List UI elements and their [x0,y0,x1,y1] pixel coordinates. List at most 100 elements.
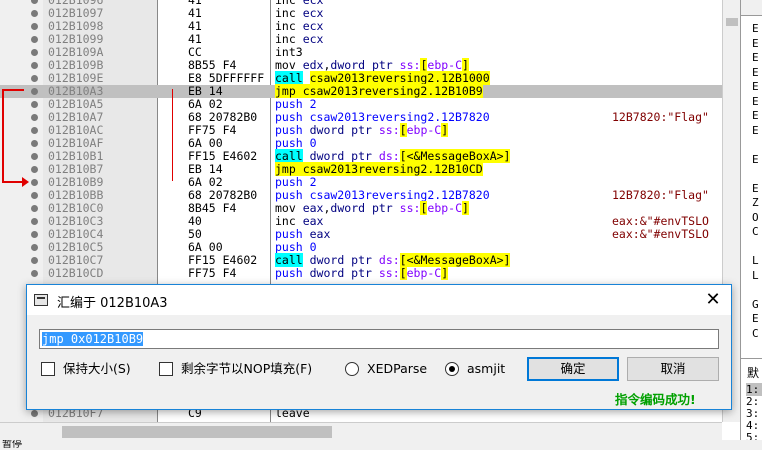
instruction-token: push 2 [275,97,317,111]
register-label: C [752,326,759,340]
register-label: L [752,268,759,282]
instruction-token: int3 [275,45,303,59]
breakpoint-dot-icon[interactable] [31,244,38,251]
instruction-token: ebp-C [427,58,463,72]
disasm-row[interactable]: 012B1098 41 inc ecx [0,20,722,33]
breakpoint-dot-icon[interactable] [31,205,38,212]
breakpoint-dot-icon[interactable] [31,270,38,277]
register-label: Z [752,196,759,209]
horizontal-scrollbar[interactable] [0,422,722,440]
instruction-token: [ [399,266,407,280]
asmjit-label: asmjit [467,361,506,376]
register-label: E [752,312,759,325]
input-text: jmp 0x012B10B9 [42,332,144,346]
instruction: push dword ptr ss:[ebp-C] [275,266,449,280]
register-label: G [752,297,759,311]
instruction-token [303,149,310,163]
breakpoint-dot-icon[interactable] [31,75,38,82]
checkbox-box[interactable] [41,362,55,376]
close-icon[interactable]: ✕ [695,285,731,315]
breakpoint-dot-icon[interactable] [31,101,38,108]
checkbox-box[interactable] [159,362,173,376]
breakpoint-dot-icon[interactable] [31,23,38,30]
instruction-token: ecx [302,6,324,20]
instruction-token: ebp-C [406,123,442,137]
breakpoint-dot-icon[interactable] [31,192,38,199]
breakpoint-dot-icon[interactable] [31,49,38,56]
registers-panel: EEEEEEEEEEZOCLLGEC [740,0,762,358]
assembly-input[interactable]: jmp 0x012B10B9 [39,329,719,349]
breakpoint-dot-icon[interactable] [31,140,38,147]
instruction-token: dword ptr [309,123,379,137]
breakpoint-dot-icon[interactable] [31,257,38,264]
jump-arrow [2,181,24,183]
breakpoint-dot-icon[interactable] [31,166,38,173]
instruction-token: ] [462,201,469,215]
instruction-token: [ [399,123,407,137]
disasm-row[interactable]: 012B10B7 EB 14 jmp csaw2013reversing2.12B1… [0,162,722,176]
breakpoint-dot-icon[interactable] [31,179,38,186]
instruction-token: edx [302,58,324,72]
instruction-token: push [275,266,310,280]
jump-line [172,89,173,181]
disasm-row[interactable]: 012B1099 41 inc ecx [0,33,722,46]
scroll-thumb[interactable] [726,18,738,26]
instruction-token: ] [503,253,511,267]
radio-button-selected[interactable] [445,362,459,376]
instruction-token: jmp csaw2013reversing2.12B10B9 [275,84,483,98]
register-label: E [752,80,759,93]
instruction-token: push 0 [275,240,317,254]
breakpoint-dot-icon[interactable] [31,127,38,134]
disasm-row[interactable]: 012B10AC FF75 F4 push dword ptr ss:[ebp-C] [0,123,722,137]
breakpoint-dot-icon[interactable] [31,10,38,17]
instruction-token: <&MessageBoxA> [406,253,504,267]
instruction-token: ss: [399,201,421,215]
register-label: E [752,152,759,166]
instruction-token: dword ptr [330,201,400,215]
status-bar: 暂停 [0,440,762,450]
breakpoint-dot-icon[interactable] [31,218,38,225]
instruction-token: mov [275,58,303,72]
disasm-row[interactable]: 012B1097 41 inc ecx [0,7,722,20]
breakpoint-dot-icon[interactable] [31,114,38,121]
instruction-token: push [275,227,310,241]
instruction-token: ecx [302,32,324,46]
scroll-thumb[interactable] [62,426,332,438]
instruction-token: ebp-C [406,266,442,280]
instruction-token: push [275,123,310,137]
disasm-row[interactable]: 012B10C4 50 push eax eax:&"#envTSLO [0,228,722,241]
instruction-token: ] [503,149,511,163]
register-label: E [752,22,759,35]
window-icon [34,294,48,306]
instruction-token: inc [275,6,303,20]
cancel-button[interactable]: 取消 [627,357,719,381]
disasm-row[interactable]: 012B10A3 EB 14 jmp csaw2013reversing2.12B1… [0,84,722,98]
dialog-title: 汇编于 012B10A3 [57,296,168,311]
xedparse-label: XEDParse [367,361,428,376]
jump-arrow [2,89,4,182]
register-label: E [752,65,759,79]
stack-list-panel: 默 1: 2: 3: 4: 5: [740,358,762,444]
breakpoint-dot-icon[interactable] [31,62,38,69]
breakpoint-dot-icon[interactable] [31,36,38,43]
instruction-token: [ [399,253,407,267]
ok-button[interactable]: 确定 [527,357,619,381]
instruction-token: eax [309,227,331,241]
disasm-row[interactable]: 012B10CD FF75 F4 push dword ptr ss:[ebp-C] [0,266,722,280]
register-label: E [752,123,759,137]
breakpoint-dot-icon[interactable] [31,410,38,417]
instruction-token: call [275,71,303,85]
register-label: C [752,225,759,238]
comment: eax:&"#envTSLO [612,227,709,241]
address: 012B10CD [48,266,104,280]
instruction-token: push 0 [275,136,317,150]
breakpoint-dot-icon[interactable] [31,88,38,95]
disasm-row[interactable]: 012B1096 41 inc ecx [0,0,722,7]
assemble-dialog: 汇编于 012B10A3 ✕ jmp 0x012B10B9 保持大小(S) 剩余… [26,284,732,410]
radio-button[interactable] [345,362,359,376]
instruction-token: [ [399,149,407,163]
breakpoint-dot-icon[interactable] [31,231,38,238]
breakpoint-dot-icon[interactable] [31,153,38,160]
breakpoint-dot-icon[interactable] [31,0,38,4]
instruction-token [303,71,310,85]
